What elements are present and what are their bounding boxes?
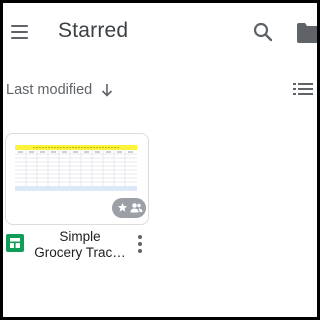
folder-button[interactable] xyxy=(295,21,317,43)
star-icon xyxy=(117,202,128,212)
sort-control[interactable]: Last modified xyxy=(6,79,114,101)
arrow-down-icon xyxy=(102,84,113,97)
menu-button[interactable] xyxy=(9,23,29,43)
search-button[interactable] xyxy=(251,20,275,44)
search-icon xyxy=(253,22,273,42)
shared-people-icon xyxy=(130,203,143,213)
file-thumbnail xyxy=(15,145,137,191)
list-view-icon xyxy=(293,83,313,95)
app-screen: Starred Last modified Simple Grocery Tra… xyxy=(3,3,317,317)
list-view-toggle[interactable] xyxy=(292,80,314,98)
menu-icon-line xyxy=(11,31,28,33)
sort-label: Last modified xyxy=(6,82,93,98)
google-sheets-icon xyxy=(6,234,24,252)
menu-icon-line xyxy=(11,37,28,39)
page-title: Starred xyxy=(58,19,129,42)
folder-icon xyxy=(297,23,317,43)
more-vert-icon-dot xyxy=(138,235,142,239)
more-options-button[interactable] xyxy=(133,234,147,254)
file-name[interactable]: Simple Grocery Trac… xyxy=(29,229,131,261)
status-badge xyxy=(112,198,146,218)
more-vert-icon-dot xyxy=(138,242,142,246)
more-vert-icon-dot xyxy=(138,249,142,253)
menu-icon-line xyxy=(11,25,28,27)
file-card[interactable] xyxy=(5,133,149,225)
